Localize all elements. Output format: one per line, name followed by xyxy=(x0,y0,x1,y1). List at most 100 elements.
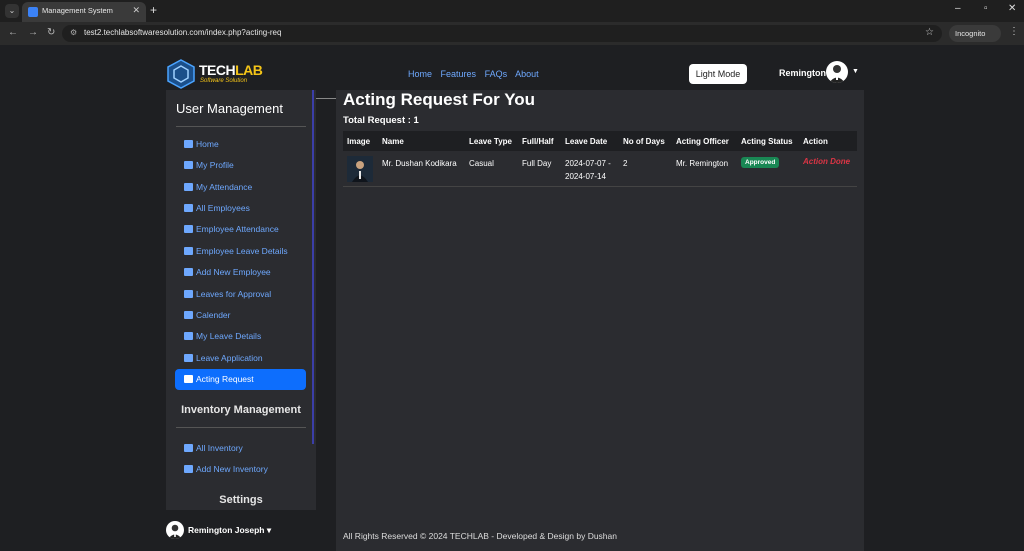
cell-leave-date: 2024-07-07 - 2024-07-14 xyxy=(565,157,611,183)
total-request-count: Total Request : 1 xyxy=(343,115,419,126)
browser-menu-icon[interactable]: ⋮ xyxy=(1009,26,1019,37)
status-badge: Approved xyxy=(741,157,780,168)
minimize-icon[interactable]: – xyxy=(955,3,961,14)
main-content: Acting Request For You Total Request : 1… xyxy=(336,90,864,551)
sidebar-item-label: Home xyxy=(196,139,219,149)
back-icon[interactable]: ← xyxy=(8,27,18,38)
cell-full-half: Full Day xyxy=(522,159,552,168)
sidebar-item-label: My Attendance xyxy=(196,182,253,192)
table-row: Mr. Dushan Kodikara Casual Full Day 2024… xyxy=(343,151,857,187)
column-header: Image xyxy=(347,137,371,146)
tab-search-icon[interactable]: ⌄ xyxy=(5,4,19,18)
sidebar-item-my-leave-details[interactable]: My Leave Details xyxy=(175,326,306,347)
cell-leave-type: Casual xyxy=(469,159,494,168)
restore-icon[interactable]: ▫ xyxy=(984,3,988,14)
logo-tech: TECH xyxy=(199,62,236,78)
sidebar-item-label: Employee Attendance xyxy=(196,224,279,234)
divider xyxy=(176,427,306,428)
user-icon xyxy=(184,225,193,233)
browser-tabbar: ⌄ Management System ✕ + – ▫ ✕ xyxy=(0,0,1024,22)
reload-icon[interactable]: ↻ xyxy=(47,27,55,38)
avatar xyxy=(166,521,184,539)
bookmark-star-icon[interactable]: ☆ xyxy=(925,27,934,38)
sidebar-item-employee-leave-details[interactable]: Employee Leave Details xyxy=(175,241,306,262)
sidebar-item-add-new-inventory[interactable]: Add New Inventory xyxy=(175,459,306,480)
sidebar-item-my-attendance[interactable]: My Attendance xyxy=(175,177,306,198)
url-field[interactable]: ⚙ test2.techlabsoftwaresolution.com/inde… xyxy=(62,25,942,42)
inventory-section-title: Inventory Management xyxy=(181,404,301,416)
sidebar-item-calender[interactable]: Calender xyxy=(175,305,306,326)
table-header: Image Name Leave Type Full/Half Leave Da… xyxy=(343,131,857,151)
building-icon xyxy=(184,444,193,452)
incognito-label: Incognito xyxy=(955,29,986,38)
light-mode-button[interactable]: Light Mode xyxy=(689,64,747,84)
nav-links: Home Features FAQs About xyxy=(408,69,545,79)
forward-icon[interactable]: → xyxy=(28,27,38,38)
id-card-icon xyxy=(184,161,193,169)
sidebar-item-label: Add New Employee xyxy=(196,267,271,277)
window-close-icon[interactable]: ✕ xyxy=(1008,3,1016,14)
sidebar-item-label: Acting Request xyxy=(196,374,254,384)
sidebar-item-acting-request[interactable]: Acting Request xyxy=(175,369,306,390)
cell-days: 2 xyxy=(623,159,628,168)
divider xyxy=(176,126,306,127)
nav-home[interactable]: Home xyxy=(408,69,432,79)
user-name: Remington xyxy=(779,68,826,78)
browser-tab[interactable]: Management System ✕ xyxy=(22,2,146,22)
column-header: Leave Date xyxy=(565,137,608,146)
nav-features[interactable]: Features xyxy=(441,69,477,79)
user-icon xyxy=(184,204,193,212)
new-tab-icon[interactable]: + xyxy=(150,3,157,17)
table-icon xyxy=(184,332,193,340)
tab-close-icon[interactable]: ✕ xyxy=(132,5,140,16)
sidebar-item-label: My Profile xyxy=(196,160,234,170)
footer-text: All Rights Reserved © 2024 TECHLAB - Dev… xyxy=(343,531,617,541)
building-plus-icon xyxy=(184,465,193,473)
column-header: Acting Officer xyxy=(676,137,729,146)
sidebar: User Management Home My Profile My Atten… xyxy=(166,90,316,510)
sidebar-user-label: Remington Joseph xyxy=(188,525,265,535)
site-info-icon[interactable]: ⚙ xyxy=(70,28,77,37)
action-done-label: Action Done xyxy=(803,157,851,166)
column-header: No of Days xyxy=(623,137,665,146)
top-navbar: TECHLAB Software Solution Home Features … xyxy=(166,59,864,91)
approve-icon xyxy=(184,290,193,298)
cell-name: Mr. Dushan Kodikara xyxy=(382,159,457,168)
logo-hex-icon xyxy=(167,59,195,89)
column-header: Full/Half xyxy=(522,137,554,146)
sidebar-item-all-inventory[interactable]: All Inventory xyxy=(175,438,306,459)
url-text[interactable]: test2.techlabsoftwaresolution.com/index.… xyxy=(84,28,281,37)
column-header: Acting Status xyxy=(741,137,793,146)
sidebar-border xyxy=(312,90,314,444)
incognito-badge[interactable]: Incognito xyxy=(949,25,1001,42)
leave-date-from: 2024-07-07 - xyxy=(565,159,611,168)
file-icon xyxy=(184,354,193,362)
sidebar-item-label: All Employees xyxy=(196,203,250,213)
sidebar-item-label: My Leave Details xyxy=(196,331,262,341)
sidebar-item-my-profile[interactable]: My Profile xyxy=(175,155,306,176)
sidebar-item-home[interactable]: Home xyxy=(175,134,306,155)
sidebar-item-employee-attendance[interactable]: Employee Attendance xyxy=(175,219,306,240)
sidebar-item-leave-application[interactable]: Leave Application xyxy=(175,348,306,369)
calendar-icon xyxy=(184,183,193,191)
column-header: Leave Type xyxy=(469,137,512,146)
sidebar-item-all-employees[interactable]: All Employees xyxy=(175,198,306,219)
settings-section-title[interactable]: Settings xyxy=(166,494,316,506)
page: TECHLAB Software Solution Home Features … xyxy=(0,45,1024,551)
users-gear-icon xyxy=(184,375,193,383)
sidebar-item-leaves-for-approval[interactable]: Leaves for Approval xyxy=(175,284,306,305)
home-icon xyxy=(184,140,193,148)
nav-faqs[interactable]: FAQs xyxy=(485,69,508,79)
techlab-logo[interactable]: TECHLAB Software Solution xyxy=(166,59,263,89)
logo-lab: LAB xyxy=(235,62,263,78)
sidebar-item-label: Calender xyxy=(196,310,231,320)
employee-photo xyxy=(347,156,373,182)
logo-wordmark: TECHLAB xyxy=(199,62,263,78)
user-icon xyxy=(184,247,193,255)
avatar xyxy=(826,61,848,83)
tab-title: Management System xyxy=(42,6,113,15)
sidebar-item-add-new-employee[interactable]: Add New Employee xyxy=(175,262,306,283)
nav-about[interactable]: About xyxy=(515,69,539,79)
acting-request-table: Image Name Leave Type Full/Half Leave Da… xyxy=(343,131,857,187)
calendar-icon xyxy=(184,311,193,319)
